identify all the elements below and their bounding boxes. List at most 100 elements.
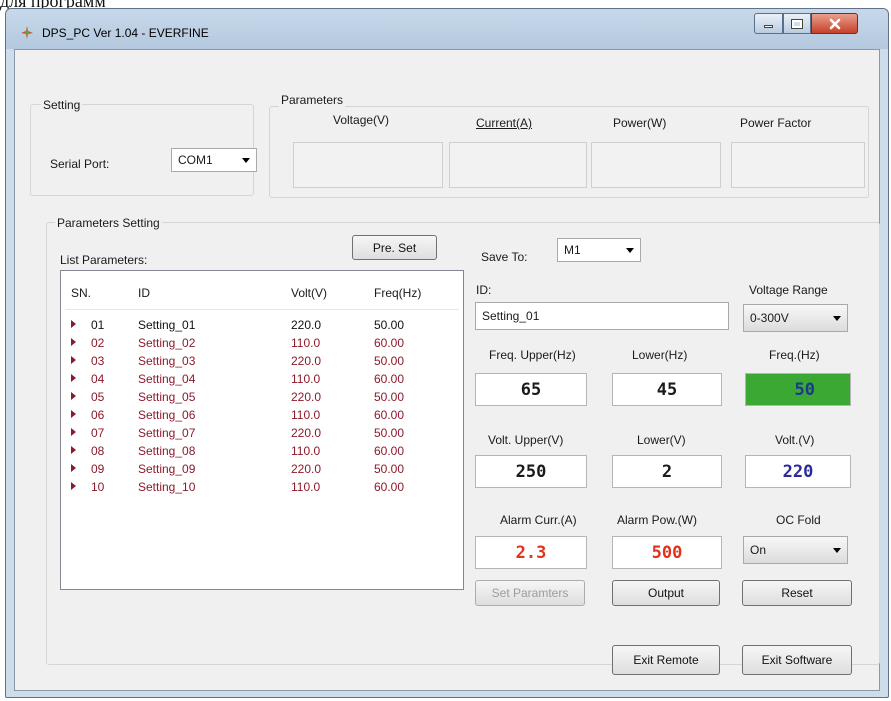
chevron-down-icon	[626, 248, 634, 253]
alarm-pow-label: Alarm Pow.(W)	[617, 513, 698, 527]
maximize-button[interactable]	[783, 13, 811, 34]
voltage-range-label: Voltage Range	[749, 283, 828, 297]
row-freq: 60.00	[374, 408, 405, 422]
freq-label: Freq.(Hz)	[769, 348, 820, 362]
serial-port-select[interactable]: COM1	[171, 148, 257, 172]
reset-button[interactable]: Reset	[742, 580, 852, 606]
id-input[interactable]: Setting_01	[475, 302, 729, 330]
list-row-04[interactable]: 04 Setting_04 110.0 60.00	[61, 371, 465, 387]
row-volt: 220.0	[291, 426, 322, 440]
list-row-09[interactable]: 09 Setting_09 220.0 50.00	[61, 461, 465, 477]
row-arrow-icon	[71, 374, 76, 382]
save-to-value: M1	[564, 243, 581, 257]
freq-upper-label: Freq. Upper(Hz)	[489, 348, 576, 362]
list-row-05[interactable]: 05 Setting_05 220.0 50.00	[61, 389, 465, 405]
save-to-select[interactable]: M1	[557, 238, 641, 262]
row-freq: 50.00	[374, 354, 405, 368]
row-id: Setting_05	[138, 390, 196, 404]
output-button[interactable]: Output	[612, 580, 720, 606]
freq-upper-input[interactable]: 65	[475, 373, 587, 406]
row-sn: 02	[91, 336, 105, 350]
list-row-02[interactable]: 02 Setting_02 110.0 60.00	[61, 335, 465, 351]
row-sn: 06	[91, 408, 105, 422]
freq-input[interactable]: 50	[745, 373, 851, 406]
row-volt: 110.0	[291, 408, 321, 422]
client-area: Setting Serial Port: COM1 Parameters Vol…	[14, 49, 880, 691]
row-arrow-icon	[71, 356, 76, 364]
set-parameters-button[interactable]: Set Paramters	[475, 580, 585, 606]
freq-header: Freq(Hz)	[374, 286, 422, 300]
power-factor-display	[731, 142, 865, 188]
row-id: Setting_01	[138, 318, 196, 332]
row-freq: 60.00	[374, 480, 405, 494]
row-arrow-icon	[71, 464, 76, 472]
parameters-list[interactable]: SN. ID Volt(V) Freq(Hz) 01 Setting_01 22…	[60, 270, 464, 590]
volt-input[interactable]: 220	[745, 455, 851, 488]
row-volt: 110.0	[291, 372, 321, 386]
row-sn: 10	[91, 480, 105, 494]
row-id: Setting_04	[138, 372, 196, 386]
save-to-label: Save To:	[481, 250, 528, 264]
voltage-range-value: 0-300V	[750, 311, 789, 325]
row-id: Setting_06	[138, 408, 196, 422]
exit-software-button[interactable]: Exit Software	[742, 645, 852, 675]
row-id: Setting_10	[138, 480, 196, 494]
alarm-curr-input[interactable]: 2.3	[475, 536, 587, 569]
row-volt: 220.0	[291, 318, 322, 332]
row-freq: 50.00	[374, 426, 405, 440]
setting-group-label: Setting	[41, 98, 83, 112]
voltage-header: Voltage(V)	[333, 113, 390, 127]
close-button[interactable]	[811, 13, 858, 34]
row-sn: 05	[91, 390, 105, 404]
list-row-06[interactable]: 06 Setting_06 110.0 60.00	[61, 407, 465, 423]
volt-label: Volt.(V)	[775, 433, 815, 447]
serial-port-label: Serial Port:	[50, 157, 110, 171]
volt-upper-label: Volt. Upper(V)	[488, 433, 564, 447]
close-icon	[829, 18, 840, 29]
current-header: Current(A)	[476, 116, 533, 130]
row-sn: 08	[91, 444, 105, 458]
volt-header: Volt(V)	[291, 286, 328, 300]
exit-remote-button[interactable]: Exit Remote	[612, 645, 720, 675]
row-sn: 01	[91, 318, 105, 332]
freq-lower-label: Lower(Hz)	[632, 348, 688, 362]
list-row-10[interactable]: 10 Setting_10 110.0 60.00	[61, 479, 465, 495]
oc-fold-value: On	[750, 543, 767, 557]
list-row-08[interactable]: 08 Setting_08 110.0 60.00	[61, 443, 465, 459]
serial-port-value: COM1	[178, 153, 213, 167]
oc-fold-label: OC Fold	[776, 513, 821, 527]
row-arrow-icon	[71, 410, 76, 418]
freq-lower-input[interactable]: 45	[612, 373, 722, 406]
row-volt: 220.0	[291, 354, 322, 368]
row-volt: 220.0	[291, 390, 322, 404]
app-icon	[19, 24, 35, 40]
row-arrow-icon	[71, 338, 76, 346]
row-volt: 110.0	[291, 336, 321, 350]
row-id: Setting_09	[138, 462, 196, 476]
title-bar[interactable]: DPS_PC Ver 1.04 - EVERFINE	[6, 9, 888, 49]
oc-fold-select[interactable]: On	[743, 536, 848, 564]
row-sn: 04	[91, 372, 105, 386]
preset-button[interactable]: Pre. Set	[352, 235, 437, 260]
alarm-pow-input[interactable]: 500	[612, 536, 722, 569]
row-freq: 60.00	[374, 444, 405, 458]
row-sn: 03	[91, 354, 105, 368]
list-row-07[interactable]: 07 Setting_07 220.0 50.00	[61, 425, 465, 441]
minimize-icon	[764, 25, 773, 28]
row-arrow-icon	[71, 428, 76, 436]
maximize-icon	[791, 18, 803, 29]
row-freq: 50.00	[374, 390, 405, 404]
volt-upper-input[interactable]: 250	[475, 455, 587, 488]
list-row-01[interactable]: 01 Setting_01 220.0 50.00	[61, 317, 465, 333]
power-header: Power(W)	[613, 116, 667, 130]
parameters-setting-label: Parameters Setting	[55, 216, 162, 230]
row-id: Setting_03	[138, 354, 196, 368]
row-arrow-icon	[71, 482, 76, 490]
row-id: Setting_07	[138, 426, 196, 440]
volt-lower-label: Lower(V)	[637, 433, 686, 447]
row-freq: 50.00	[374, 318, 405, 332]
volt-lower-input[interactable]: 2	[612, 455, 722, 488]
minimize-button[interactable]	[754, 13, 783, 34]
list-row-03[interactable]: 03 Setting_03 220.0 50.00	[61, 353, 465, 369]
voltage-range-select[interactable]: 0-300V	[743, 304, 848, 332]
